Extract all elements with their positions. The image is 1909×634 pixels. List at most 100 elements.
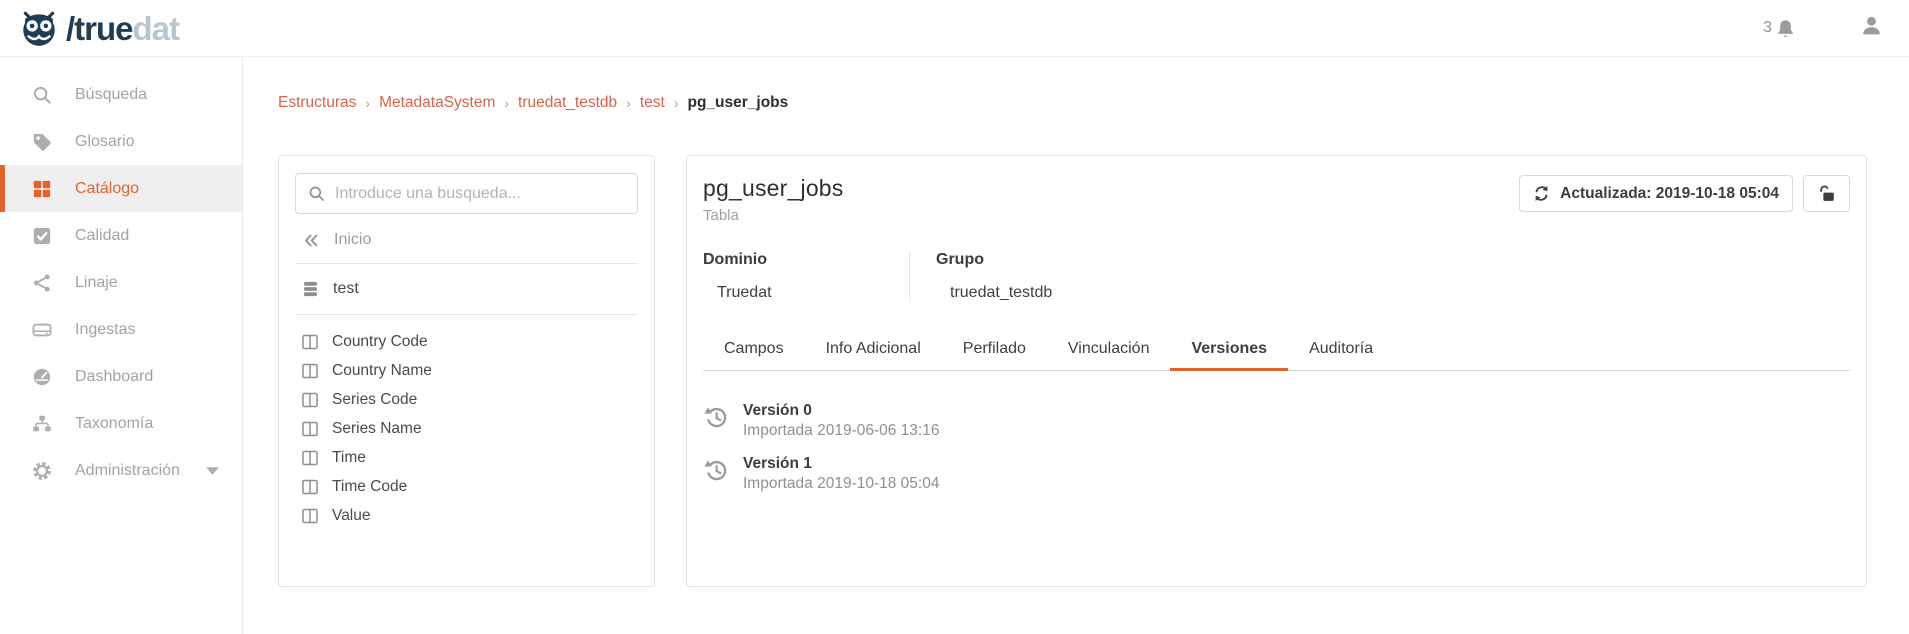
structure-detail-panel: pg_user_jobs Tabla Actualizada: 2019-10-…	[686, 155, 1867, 587]
history-icon	[703, 457, 729, 483]
tree-item-value[interactable]: Value	[295, 501, 638, 530]
sidebar-item-catalogo[interactable]: Catálogo	[0, 165, 242, 212]
field-value-grupo: truedat_testdb	[936, 284, 1850, 302]
sidebar-item-label: Ingestas	[75, 321, 135, 339]
detail-tabs: Campos Info Adicional Perfilado Vinculac…	[703, 331, 1850, 371]
version-name: Versión 1	[743, 455, 939, 473]
logo-text-primary: /true	[66, 10, 133, 47]
notifications-button[interactable]: 3	[1763, 18, 1796, 39]
breadcrumb-separator: ›	[674, 95, 679, 111]
version-name: Versión 0	[743, 402, 939, 420]
version-imported: Importada 2019-10-18 05:04	[743, 475, 939, 493]
tree-item-label: Series Code	[332, 391, 417, 409]
breadcrumb-current: pg_user_jobs	[687, 94, 788, 112]
chevrons-left-icon	[302, 232, 320, 249]
breadcrumb-separator: ›	[504, 95, 509, 111]
tree-back-label: Inicio	[334, 231, 371, 249]
tab-info-adicional[interactable]: Info Adicional	[805, 331, 942, 371]
chevron-down-icon	[203, 467, 223, 475]
divider	[295, 314, 638, 315]
field-label-dominio: Dominio	[703, 251, 909, 269]
refresh-icon	[1533, 185, 1550, 202]
tree-search-box	[295, 173, 638, 214]
gauge-icon	[32, 367, 52, 387]
tag-icon	[32, 132, 52, 152]
tree-item-label: Country Name	[332, 362, 432, 380]
breadcrumb-separator: ›	[626, 95, 631, 111]
truedat-logo[interactable]: /truedat	[18, 7, 179, 49]
sidebar-item-glosario[interactable]: Glosario	[0, 118, 242, 165]
tree-back-button[interactable]: Inicio	[295, 214, 638, 263]
sidebar-item-calidad[interactable]: Calidad	[0, 212, 242, 259]
breadcrumb-separator: ›	[365, 95, 370, 111]
structure-tree-panel: Inicio test Country Code Country Name	[278, 155, 655, 587]
tree-search-input[interactable]	[335, 185, 625, 203]
sidebar-item-label: Administración	[75, 462, 180, 480]
grid-icon	[32, 179, 52, 199]
refresh-updated-button[interactable]: Actualizada: 2019-10-18 05:04	[1519, 175, 1793, 212]
main-content: Estructuras › MetadataSystem › truedat_t…	[243, 57, 1909, 634]
share-icon	[32, 273, 52, 293]
sidebar-item-busqueda[interactable]: Búsqueda	[0, 71, 242, 118]
table-column-icon	[302, 363, 318, 379]
tree-item-series-name[interactable]: Series Name	[295, 414, 638, 443]
tree-item-label: Country Code	[332, 333, 428, 351]
sidebar-item-label: Búsqueda	[75, 86, 147, 104]
page-title: pg_user_jobs	[703, 175, 844, 202]
sidebar-item-label: Dashboard	[75, 368, 153, 386]
version-item-1[interactable]: Versión 1 Importada 2019-10-18 05:04	[703, 455, 1850, 493]
tab-versiones[interactable]: Versiones	[1170, 331, 1288, 371]
tree-item-label: Time	[332, 449, 366, 467]
tree-item-label: Series Name	[332, 420, 422, 438]
breadcrumb-link-metadatasystem[interactable]: MetadataSystem	[379, 94, 495, 112]
lock-open-icon	[1817, 184, 1837, 204]
sidebar-item-label: Calidad	[75, 227, 129, 245]
sidebar-item-label: Catálogo	[75, 180, 139, 198]
tree-item-country-name[interactable]: Country Name	[295, 356, 638, 385]
server-icon	[32, 320, 52, 340]
tab-perfilado[interactable]: Perfilado	[942, 331, 1047, 371]
sidebar-item-administracion[interactable]: Administración	[0, 447, 242, 494]
breadcrumb: Estructuras › MetadataSystem › truedat_t…	[278, 94, 1867, 112]
tree-item-country-code[interactable]: Country Code	[295, 327, 638, 356]
bell-icon	[1775, 18, 1796, 39]
sidebar: Búsqueda Glosario Catálogo Calidad Linaj…	[0, 57, 243, 634]
updated-label: Actualizada: 2019-10-18 05:04	[1560, 185, 1779, 203]
tree-item-test[interactable]: test	[295, 264, 638, 314]
table-column-icon	[302, 450, 318, 466]
structure-type-label: Tabla	[703, 207, 844, 224]
lock-button[interactable]	[1803, 175, 1850, 212]
owl-logo-icon	[18, 7, 60, 49]
table-column-icon	[302, 421, 318, 437]
breadcrumb-link-estructuras[interactable]: Estructuras	[278, 94, 356, 112]
breadcrumb-link-test[interactable]: test	[640, 94, 665, 112]
sidebar-item-label: Glosario	[75, 133, 135, 151]
breadcrumb-link-truedat-testdb[interactable]: truedat_testdb	[518, 94, 617, 112]
search-icon	[308, 185, 325, 202]
tab-vinculacion[interactable]: Vinculación	[1047, 331, 1171, 371]
tree-item-time[interactable]: Time	[295, 443, 638, 472]
sidebar-item-label: Taxonomía	[75, 415, 153, 433]
sidebar-item-ingestas[interactable]: Ingestas	[0, 306, 242, 353]
field-label-grupo: Grupo	[936, 251, 1850, 269]
table-column-icon	[302, 334, 318, 350]
tree-item-label: Time Code	[332, 478, 407, 496]
user-icon	[1860, 14, 1883, 37]
sidebar-item-taxonomia[interactable]: Taxonomía	[0, 400, 242, 447]
version-item-0[interactable]: Versión 0 Importada 2019-06-06 13:16	[703, 402, 1850, 440]
versions-list: Versión 0 Importada 2019-06-06 13:16 Ver…	[703, 402, 1850, 493]
tree-item-series-code[interactable]: Series Code	[295, 385, 638, 414]
table-column-icon	[302, 508, 318, 524]
gear-icon	[32, 461, 52, 481]
user-menu-button[interactable]	[1860, 14, 1883, 42]
tab-auditoria[interactable]: Auditoría	[1288, 331, 1394, 371]
tree-column-list: Country Code Country Name Series Code Se…	[295, 327, 638, 530]
sidebar-item-linaje[interactable]: Linaje	[0, 259, 242, 306]
history-icon	[703, 404, 729, 430]
table-column-icon	[302, 392, 318, 408]
tree-item-time-code[interactable]: Time Code	[295, 472, 638, 501]
logo-text-secondary: dat	[133, 10, 180, 47]
tab-campos[interactable]: Campos	[703, 331, 805, 371]
version-imported: Importada 2019-06-06 13:16	[743, 422, 939, 440]
sidebar-item-dashboard[interactable]: Dashboard	[0, 353, 242, 400]
